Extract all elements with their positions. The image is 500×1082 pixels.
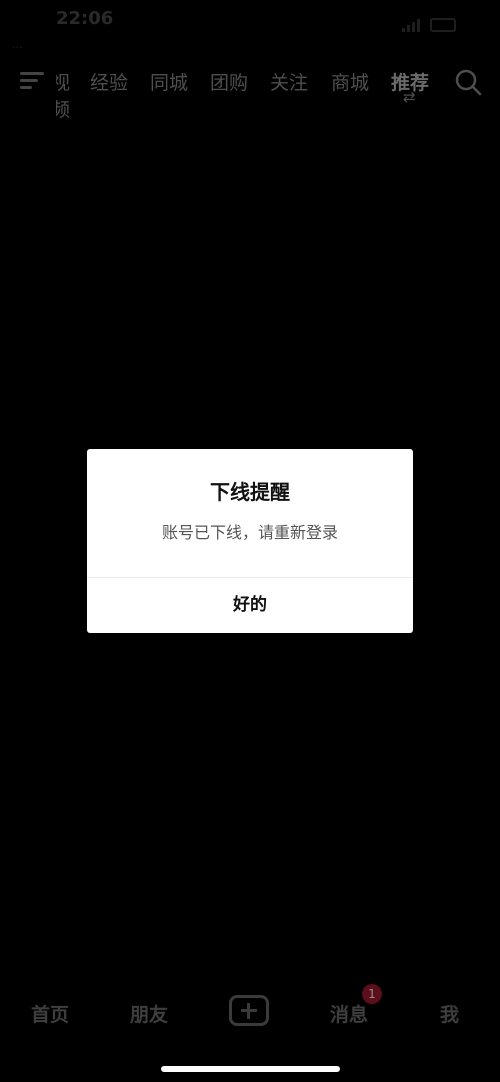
status-time: 22:06 — [56, 8, 114, 29]
tab-mall[interactable]: 商城 — [331, 68, 369, 95]
search-icon[interactable] — [454, 68, 482, 96]
tab-video-partial[interactable]: 视频 — [56, 68, 70, 122]
messages-badge: 1 — [362, 984, 382, 1004]
nav-me[interactable]: 我 — [440, 1000, 459, 1027]
status-bar: 22:06 ... — [0, 0, 500, 60]
ok-button[interactable]: 好的 — [87, 578, 413, 633]
top-nav: 视频 经验 同城 团购 关注 商城 推荐 — [0, 62, 500, 121]
status-icons — [402, 18, 456, 32]
home-indicator[interactable] — [161, 1066, 340, 1072]
dialog-title: 下线提醒 — [210, 480, 290, 504]
nav-friends[interactable]: 朋友 — [130, 1000, 168, 1027]
switch-icon[interactable]: ⇄ — [403, 88, 416, 106]
tab-experience[interactable]: 经验 — [90, 68, 128, 95]
tab-following[interactable]: 关注 — [270, 68, 308, 95]
dialog-message: 账号已下线，请重新登录 — [161, 523, 338, 542]
status-carrier: ... — [12, 38, 23, 51]
offline-alert-dialog: 下线提醒 账号已下线，请重新登录 好的 — [87, 449, 413, 633]
nav-messages[interactable]: 消息 — [330, 1000, 368, 1027]
tab-group-buy[interactable]: 团购 — [210, 68, 248, 95]
tab-local[interactable]: 同城 — [150, 68, 188, 95]
create-button[interactable] — [229, 995, 269, 1026]
signal-icon — [402, 18, 424, 32]
nav-home[interactable]: 首页 — [31, 1000, 69, 1027]
battery-icon — [430, 18, 456, 32]
menu-icon[interactable] — [20, 70, 46, 92]
bottom-nav: 首页 朋友 消息 1 我 — [0, 984, 500, 1040]
